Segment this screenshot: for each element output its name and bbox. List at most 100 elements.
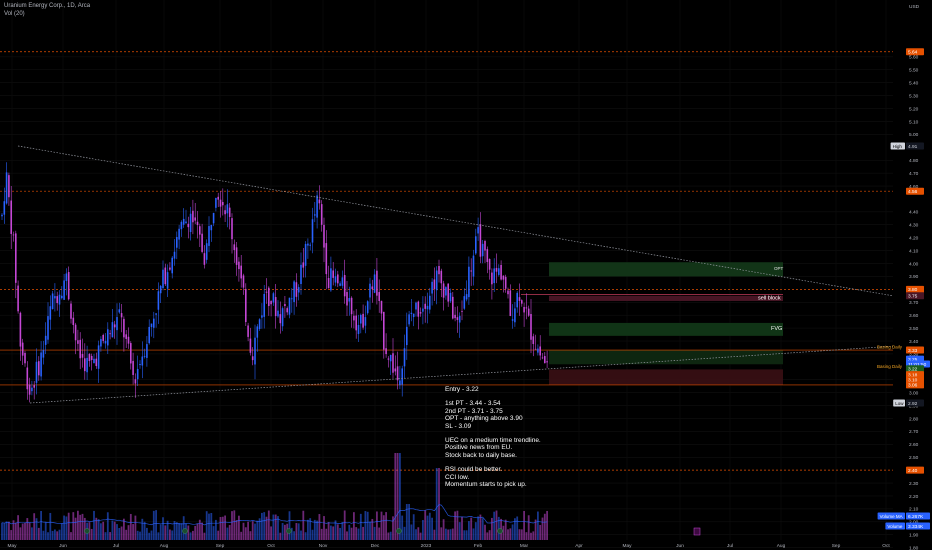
volume-bar — [350, 527, 353, 540]
volume-bar — [486, 532, 489, 540]
candle-body — [42, 349, 45, 358]
candle-body — [353, 315, 355, 321]
volume-bar — [72, 512, 75, 540]
volume-bar — [346, 531, 348, 540]
volume-bar — [203, 532, 206, 540]
candle-body — [70, 303, 72, 319]
price-tag-value: 4.91 — [908, 144, 918, 150]
candle-body — [109, 333, 111, 335]
y-tick-label: 5.30 — [909, 93, 919, 99]
candle-body — [518, 297, 521, 301]
candle-body — [544, 356, 546, 364]
volume-bar — [438, 468, 440, 540]
candle-body — [196, 221, 199, 226]
volume-bar — [523, 510, 525, 540]
zone-label-fvg: FVG — [771, 326, 782, 332]
candle-body — [495, 267, 498, 272]
candle-body — [525, 307, 528, 309]
candle-body — [516, 292, 518, 308]
volume-bar — [240, 531, 243, 540]
candle-body — [77, 340, 79, 344]
volume-bar — [537, 511, 539, 540]
candle-body — [346, 292, 348, 306]
volume-bar — [313, 519, 316, 540]
candle-body — [265, 291, 268, 293]
volume-bar — [382, 515, 385, 540]
candle-body — [61, 295, 63, 299]
candle-body — [86, 357, 88, 373]
zone-box — [549, 262, 783, 277]
candle-body — [235, 247, 238, 265]
price-tag-label: High — [893, 144, 903, 149]
candle-body — [343, 275, 346, 297]
candle-body — [537, 348, 539, 353]
volume-bar — [146, 527, 148, 540]
volume-bar — [169, 529, 171, 540]
volume-bar — [461, 516, 463, 540]
volume-bar — [33, 513, 36, 540]
volume-bar — [70, 532, 72, 540]
candle-body — [323, 224, 325, 248]
candle-body — [491, 272, 493, 285]
candle-body — [500, 264, 502, 280]
candle-body — [330, 268, 332, 291]
volume-bar — [37, 527, 40, 540]
candle-body — [130, 343, 132, 364]
candle-body — [88, 353, 91, 362]
candle-body — [251, 356, 254, 361]
candle-body — [224, 210, 226, 215]
candle-body — [261, 315, 263, 318]
volume-bar — [479, 514, 482, 540]
volume-bar — [125, 529, 128, 540]
candle-body — [104, 340, 107, 344]
volume-bar — [419, 532, 422, 540]
volume-bar — [67, 512, 70, 540]
candle-body — [431, 281, 433, 294]
volume-bar — [293, 531, 295, 540]
volume-bar — [81, 513, 84, 540]
candle-body — [162, 269, 164, 289]
candle-body — [447, 283, 449, 302]
candle-body — [15, 233, 17, 283]
candle-body — [488, 258, 491, 270]
candle-body — [132, 360, 134, 375]
volume-bar — [44, 522, 47, 540]
candle-body — [38, 361, 40, 376]
candle-body — [316, 195, 318, 218]
candle-body — [327, 277, 330, 289]
volume-bar — [194, 525, 197, 540]
volume-bar — [509, 528, 512, 540]
volume-bar — [415, 529, 417, 540]
volume-bar — [205, 511, 208, 540]
volume-bar — [157, 532, 160, 540]
volume-bar — [178, 522, 180, 540]
volume-bar — [249, 531, 252, 540]
price-tag-label: Volume MA — [880, 514, 903, 519]
candle-body — [440, 270, 443, 284]
volume-bar — [3, 523, 6, 540]
zone-label-opt: OPT — [774, 266, 784, 271]
candle-body — [231, 218, 233, 240]
candle-body — [511, 319, 514, 321]
candle-body — [509, 290, 512, 316]
candle-body — [493, 268, 495, 284]
volume-bar — [242, 522, 245, 540]
candle-body — [47, 316, 49, 340]
candle-body — [249, 338, 252, 353]
candle-body — [8, 175, 10, 198]
volume-bar — [477, 516, 479, 540]
volume-bar — [445, 528, 447, 540]
candle-body — [263, 293, 265, 317]
volume-bar — [369, 522, 371, 540]
volume-bar — [93, 510, 95, 540]
x-tick-label: May — [7, 543, 17, 549]
volume-bar — [129, 513, 132, 540]
x-tick-label: May — [622, 543, 632, 549]
y-tick-label: 5.20 — [909, 106, 919, 112]
candle-body — [118, 309, 121, 313]
volume-bar — [210, 512, 213, 540]
zone-box — [549, 322, 783, 336]
volume-bar — [525, 532, 528, 540]
candle-body — [49, 306, 52, 320]
volume-bar — [90, 528, 93, 540]
